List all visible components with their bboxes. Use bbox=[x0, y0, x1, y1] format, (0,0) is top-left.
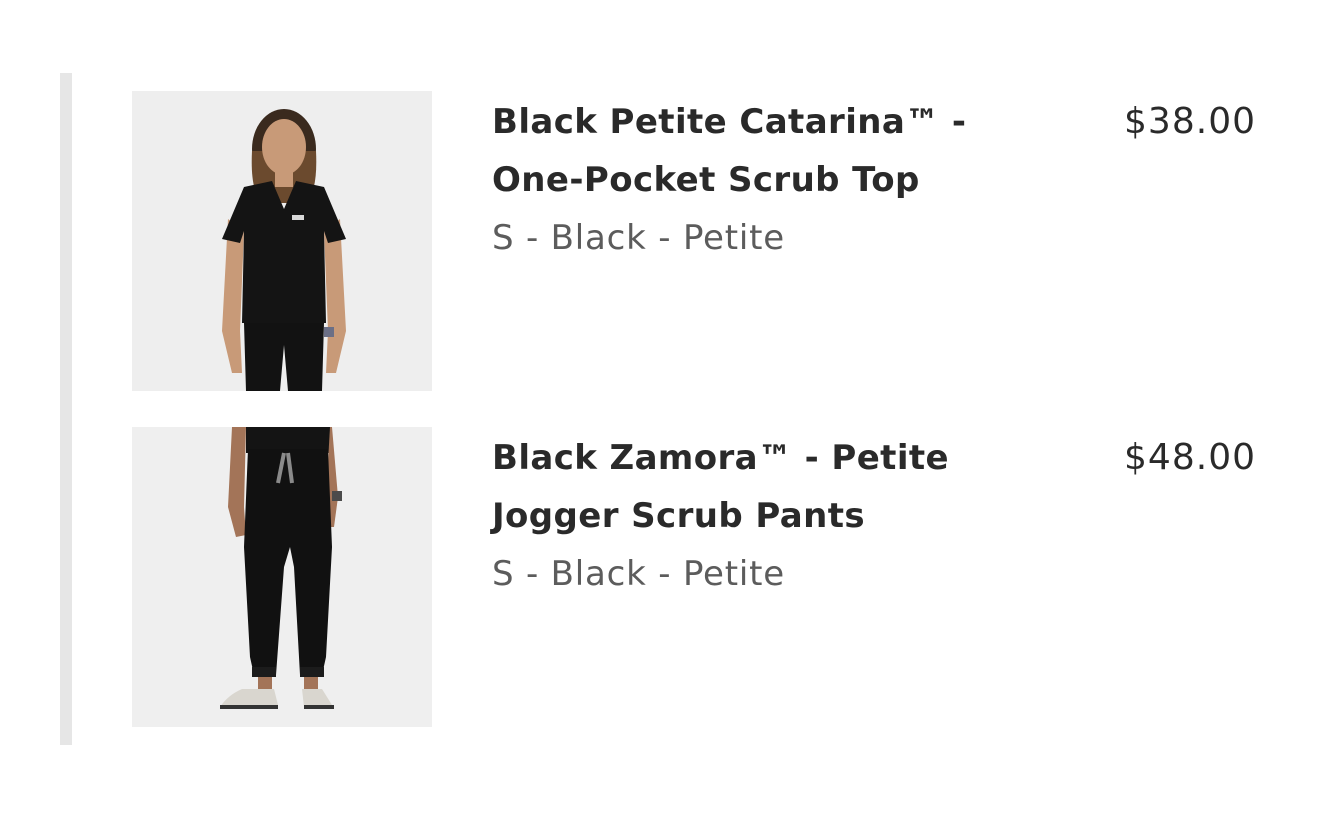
product-price: $38.00 bbox=[1124, 101, 1256, 142]
cart-item: Black Zamora™ - Petite Jogger Scrub Pant… bbox=[132, 427, 1262, 727]
cart-left-rail bbox=[60, 73, 72, 745]
cart-item-list: Black Petite Catarina™ - One-Pocket Scru… bbox=[132, 91, 1262, 763]
scrub-pants-product-image[interactable] bbox=[132, 427, 432, 727]
cart-item-info: Black Petite Catarina™ - One-Pocket Scru… bbox=[492, 93, 1052, 267]
product-title[interactable]: Black Petite Catarina™ - One-Pocket Scru… bbox=[492, 93, 1052, 209]
product-title[interactable]: Black Zamora™ - Petite Jogger Scrub Pant… bbox=[492, 429, 1052, 545]
product-variant: S - Black - Petite bbox=[492, 554, 785, 594]
scrub-pants-illustration bbox=[132, 427, 432, 727]
scrub-top-illustration bbox=[132, 91, 432, 391]
cart-item: Black Petite Catarina™ - One-Pocket Scru… bbox=[132, 91, 1262, 391]
cart-item-info: Black Zamora™ - Petite Jogger Scrub Pant… bbox=[492, 429, 1052, 603]
scrub-top-product-image[interactable] bbox=[132, 91, 432, 391]
product-variant: S - Black - Petite bbox=[492, 218, 785, 258]
product-price: $48.00 bbox=[1124, 437, 1256, 478]
